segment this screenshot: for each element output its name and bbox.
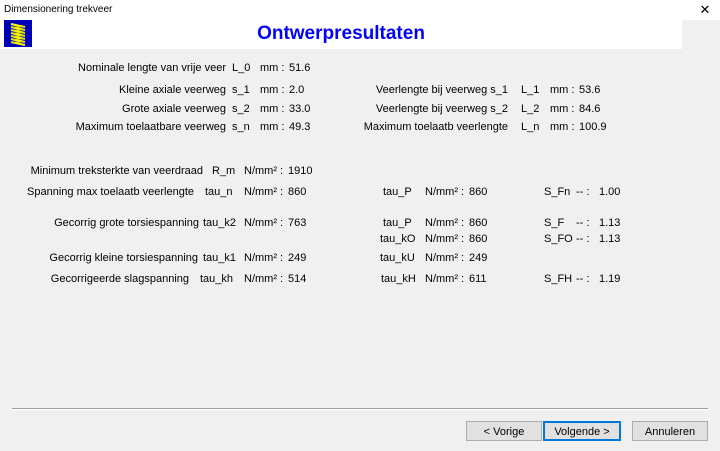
perm-stress-unit: N/mm² : [425, 186, 465, 198]
large-travel-value: 33.0 [289, 103, 311, 115]
upper-stress-symbol: tau_kO [380, 233, 416, 245]
lower-stress-value: 249 [469, 252, 488, 264]
max-travel-label: Maximum toelaatbare veerweg [75, 121, 226, 133]
max-stress-symbol: tau_n [205, 186, 233, 198]
perm-stress-symbol: tau_P [383, 186, 412, 198]
header-banner-gap [682, 20, 720, 49]
large-torsion-value: 763 [288, 217, 307, 229]
safety-fo-unit: -- : [576, 233, 590, 245]
small-torsion-symbol: tau_k1 [203, 252, 237, 264]
stroke-perm-symbol: tau_kH [381, 273, 416, 285]
length-s2-label: Veerlengte bij veerweg s_2 [375, 103, 508, 115]
footer-separator [12, 408, 708, 410]
tensile-strength-label: Minimum treksterkte van veerdraad [30, 165, 203, 177]
lower-stress-symbol: tau_kU [380, 252, 415, 264]
safety-fo-symbol: S_FO [544, 233, 573, 245]
stroke-stress-value: 514 [288, 273, 307, 285]
stroke-stress-symbol: tau_kh [200, 273, 234, 285]
free-length-label: Nominale lengte van vrije veer [78, 62, 226, 74]
large-torsion-unit: N/mm² : [244, 217, 284, 229]
max-length-symbol: L_n [521, 121, 540, 133]
safety-fh-symbol: S_FH [544, 273, 573, 285]
next-button[interactable]: Volgende > [543, 421, 621, 441]
length-s1-symbol: L_1 [521, 84, 540, 96]
large-torsion-symbol: tau_k2 [203, 217, 237, 229]
safety-f-unit: -- : [576, 217, 590, 229]
max-travel-symbol: s_n [232, 121, 250, 133]
title-bar: Dimensionering trekveer ✕ [0, 0, 720, 20]
perm-stress-2-unit: N/mm² : [425, 217, 465, 229]
upper-stress-value: 860 [469, 233, 488, 245]
small-torsion-label: Gecorrig kleine torsiespanning [49, 252, 198, 264]
perm-stress-value: 860 [469, 186, 488, 198]
safety-fn-value: 1.00 [599, 186, 621, 198]
max-length-label: Maximum toelaatb veerlengte [363, 121, 508, 133]
length-s1-unit: mm : [550, 84, 575, 96]
small-travel-symbol: s_1 [232, 84, 250, 96]
large-torsion-label: Gecorrig grote torsiespanning [54, 217, 199, 229]
stroke-perm-unit: N/mm² : [425, 273, 465, 285]
length-s1-value: 53.6 [579, 84, 601, 96]
stroke-stress-unit: N/mm² : [244, 273, 284, 285]
max-length-value: 100.9 [579, 121, 607, 133]
large-travel-symbol: s_2 [232, 103, 250, 115]
close-icon[interactable]: ✕ [690, 0, 720, 20]
large-travel-unit: mm : [260, 103, 285, 115]
safety-f-value: 1.13 [599, 217, 621, 229]
safety-fh-unit: -- : [576, 273, 590, 285]
large-travel-label: Grote axiale veerweg [122, 103, 226, 115]
safety-fh-value: 1.19 [599, 273, 621, 285]
prev-button[interactable]: < Vorige [466, 421, 542, 441]
tensile-strength-value: 1910 [288, 165, 313, 177]
length-s2-symbol: L_2 [521, 103, 540, 115]
upper-stress-unit: N/mm² : [425, 233, 465, 245]
safety-fo-value: 1.13 [599, 233, 621, 245]
lower-stress-unit: N/mm² : [425, 252, 465, 264]
safety-fn-symbol: S_Fn [544, 186, 571, 198]
tensile-strength-unit: N/mm² : [244, 165, 284, 177]
small-torsion-value: 249 [288, 252, 307, 264]
length-s1-label: Veerlengte bij veerweg s_1 [375, 84, 508, 96]
safety-fn-unit: -- : [576, 186, 590, 198]
free-length-value: 51.6 [289, 62, 311, 74]
perm-stress-2-symbol: tau_P [383, 217, 412, 229]
small-travel-unit: mm : [260, 84, 285, 96]
max-travel-unit: mm : [260, 121, 285, 133]
length-s2-unit: mm : [550, 103, 575, 115]
perm-stress-2-value: 860 [469, 217, 488, 229]
page-title: Ontwerpresultaten [257, 23, 425, 44]
max-stress-value: 860 [288, 186, 307, 198]
max-travel-value: 49.3 [289, 121, 311, 133]
stroke-stress-label: Gecorrigeerde slagspanning [50, 273, 189, 285]
tensile-strength-symbol: R_m [212, 165, 236, 177]
free-length-symbol: L_0 [232, 62, 251, 74]
safety-f-symbol: S_F [544, 217, 565, 229]
cancel-button[interactable]: Annuleren [632, 421, 708, 441]
small-travel-value: 2.0 [289, 84, 305, 96]
max-stress-label: Spanning max toelaatb veerlengte [27, 186, 194, 198]
stroke-perm-value: 611 [469, 273, 487, 285]
small-travel-label: Kleine axiale veerweg [118, 84, 226, 96]
window-title: Dimensionering trekveer [4, 4, 113, 15]
free-length-unit: mm : [260, 62, 285, 74]
small-torsion-unit: N/mm² : [244, 252, 284, 264]
max-length-unit: mm : [550, 121, 575, 133]
max-stress-unit: N/mm² : [244, 186, 284, 198]
length-s2-value: 84.6 [579, 103, 601, 115]
